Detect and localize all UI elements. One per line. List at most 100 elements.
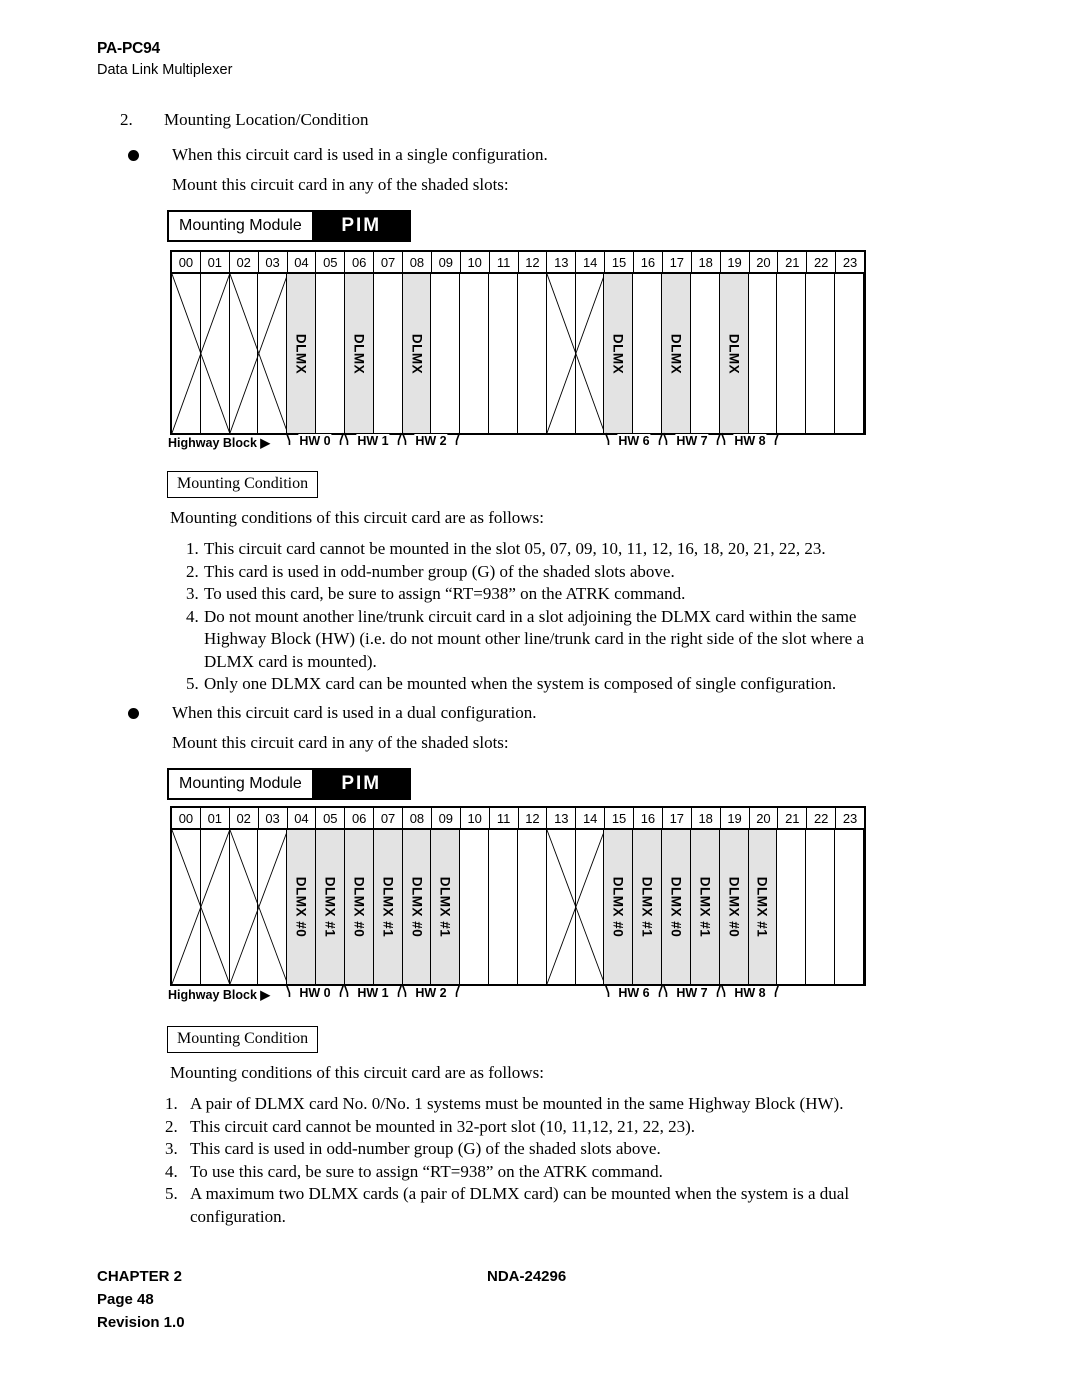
single-mounting-module-label: Mounting Module [169,212,314,240]
highway-label: HW 1 [356,986,390,1000]
condition-text: configuration. [190,1206,286,1226]
card-label-05: DLMX #1 [322,876,338,938]
section-number: 2. [120,110,133,129]
card-label-20: DLMX #1 [754,876,770,938]
highway-label: HW 7 [675,434,709,448]
highway-label: HW 0 [298,434,332,448]
slot-number-07: 07 [374,808,403,828]
condition-number: 2. [165,1116,178,1136]
slot-cell-01 [201,830,230,984]
card-label-06: DLMX [351,333,367,374]
slot-number-09: 09 [432,252,461,272]
product-code: PA-PC94 [97,40,160,57]
slot-number-16: 16 [634,252,663,272]
slot-number-13: 13 [547,808,577,828]
card-label-19: DLMX #0 [726,876,742,938]
highway-block-title: Highway Block ▶ [168,988,270,1002]
highway-block-title: Highway Block ▶ [168,436,270,450]
slot-cell-16: DLMX #1 [633,830,663,984]
slot-cell-15: DLMX #0 [604,830,634,984]
slot-number-22: 22 [807,808,837,828]
dual-config-bullet-text: When this circuit card is used in a dual… [172,703,537,722]
condition-text: This card is used in odd-number group (G… [204,561,675,581]
section-title: Mounting Location/Condition [164,110,369,129]
slot-cell-02 [230,830,259,984]
dual-mounting-module-header: Mounting Module PIM [167,768,411,800]
single-config-instruction: Mount this circuit card in any of the sh… [172,175,509,194]
condition-text: This card is used in odd-number group (G… [190,1139,661,1158]
slot-cell-21 [777,830,807,984]
slot-number-10: 10 [461,252,490,272]
highway-label: HW 6 [617,434,651,448]
card-label-06: DLMX #0 [351,876,367,938]
slot-cell-16 [633,274,663,433]
highway-group-hw-7: HW 7 [663,432,721,454]
slot-number-12: 12 [519,808,548,828]
slot-cell-13 [547,274,576,433]
card-label-04: DLMX [293,333,309,374]
highway-label: HW 2 [414,434,448,448]
slot-number-20: 20 [750,808,779,828]
slot-number-05: 05 [316,252,346,272]
highway-group-hw-8: HW 8 [721,984,779,1006]
slot-number-14: 14 [576,252,606,272]
highway-label: HW 2 [414,986,448,1000]
slot-number-09: 09 [432,808,461,828]
slot-number-04: 04 [288,808,317,828]
card-label-09: DLMX #1 [437,876,453,938]
slot-number-16: 16 [634,808,663,828]
dual-mounting-module-label: Mounting Module [169,770,314,798]
product-name: Data Link Multiplexer [97,62,233,78]
slot-number-11: 11 [490,808,519,828]
slot-number-21: 21 [778,252,808,272]
single-mounting-module-header: Mounting Module PIM [167,210,411,242]
slot-cell-11 [489,830,518,984]
slot-number-14: 14 [576,808,606,828]
slot-cell-18: DLMX #1 [690,830,720,984]
highway-group-hw-1: HW 1 [344,432,402,454]
page-header: PA-PC94 Data Link Multiplexer [97,40,232,78]
single-module-type-pim: PIM [313,212,409,240]
slot-cell-13 [547,830,576,984]
highway-group-hw-0: HW 0 [286,432,344,454]
single-condition-intro: Mounting conditions of this circuit card… [170,508,544,527]
condition-number: 1. [165,1094,178,1113]
slot-cell-17: DLMX [662,274,691,433]
slot-number-02: 02 [230,252,259,272]
slot-number-01: 01 [201,808,230,828]
condition-text: A maximum two DLMX cards (a pair of DLMX… [190,1184,850,1203]
slot-number-15: 15 [605,808,634,828]
slot-cell-04: DLMX [287,274,317,433]
slot-number-22: 22 [807,252,837,272]
slot-cell-10 [460,274,490,433]
slot-number-06: 06 [345,808,375,828]
condition-text: DLMX card is mounted). [204,651,377,671]
slot-cell-11 [489,274,518,433]
card-label-07: DLMX #1 [380,876,396,938]
condition-text: This circuit card cannot be mounted in t… [204,539,826,558]
dual-highway-block-row: Highway Block ▶ HW 0 HW 1 HW 2 HW 6 HW 7 HW 8 [168,984,866,1006]
slot-cell-07 [374,274,403,433]
highway-group-hw-8: HW 8 [721,432,779,454]
slot-number-15: 15 [605,252,634,272]
slot-number-05: 05 [316,808,346,828]
slot-number-00: 00 [172,808,201,828]
highway-label: HW 7 [675,986,709,1000]
slot-cell-17: DLMX #0 [662,830,691,984]
condition-text: This circuit card cannot be mounted in 3… [190,1116,696,1136]
single-mounting-condition-tag: Mounting Condition [167,471,319,498]
slot-cell-09 [431,274,461,433]
slot-number-10: 10 [461,808,490,828]
dual-mounting-condition-tag: Mounting Condition [167,1026,319,1053]
slot-cell-03 [258,274,288,433]
slot-cell-20 [749,274,778,433]
bullet-dot-icon [128,150,139,161]
slot-cell-08: DLMX [402,274,432,433]
slot-number-17: 17 [663,808,692,828]
slot-cell-15: DLMX [604,274,634,433]
card-label-04: DLMX #0 [293,876,309,938]
condition-text: Highway Block (HW) (i.e. do not mount ot… [204,629,865,648]
slot-body-row: DLMX DLMX DLMX DLMX DLMX DLMX [172,274,864,433]
slot-number-13: 13 [547,252,577,272]
slot-cell-04: DLMX #0 [287,830,317,984]
